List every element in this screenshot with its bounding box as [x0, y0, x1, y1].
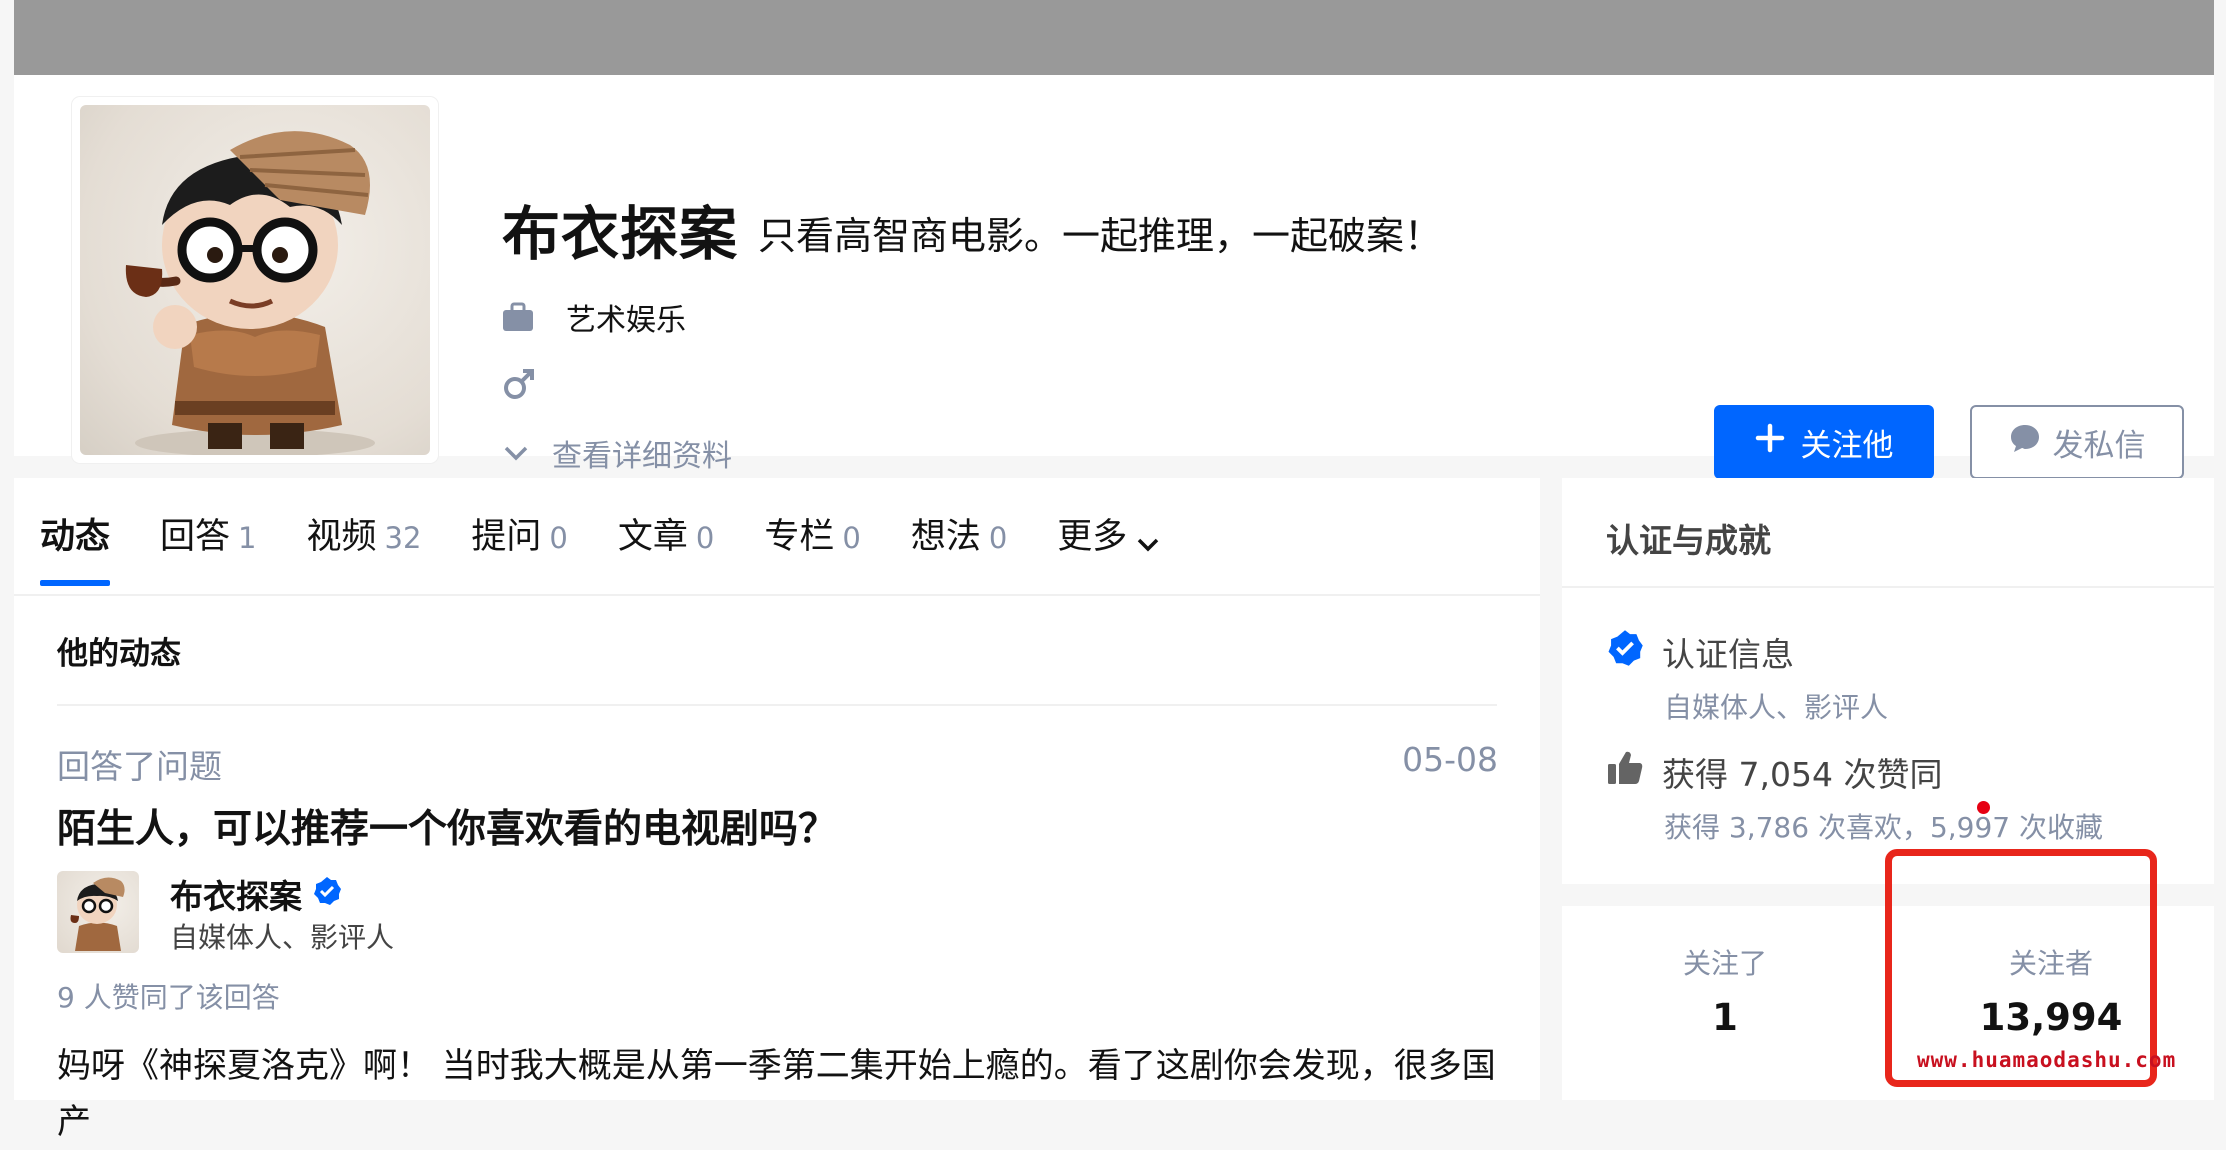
tab-label: 回答: [160, 517, 231, 557]
message-button-label: 发私信: [2052, 427, 2146, 464]
tab-count: 0: [842, 521, 861, 555]
following-stat[interactable]: 关注了 1: [1562, 906, 1888, 1039]
chat-bubble-icon: [2009, 423, 2041, 461]
profile-name: 布衣探案: [502, 200, 739, 268]
industry-row: 艺术娱乐: [502, 295, 686, 339]
chevron-down-icon: [1135, 523, 1161, 563]
feed-date: 05-08: [1402, 740, 1498, 779]
following-label: 关注了: [1682, 947, 1767, 980]
tab-label: 视频: [306, 517, 377, 557]
author-name[interactable]: 布衣探案: [170, 870, 302, 918]
tab-label: 专栏: [764, 517, 835, 557]
section-title: 他的动态: [57, 636, 181, 672]
chevron-down-icon: [502, 443, 530, 463]
answer-excerpt[interactable]: 妈呀《神探夏洛克》啊！ 当时我大概是从第一季第二集开始上瘾的。看了这剧你会发现，…: [57, 1038, 1497, 1150]
tab-more[interactable]: 更多: [1057, 508, 1161, 578]
feed-action-meta: 回答了问题: [57, 747, 222, 786]
tab-questions[interactable]: 提问 0: [471, 508, 567, 578]
detective-avatar-illustration: [70, 877, 125, 951]
detective-avatar-illustration: [125, 131, 375, 455]
tab-count: 1: [238, 521, 257, 555]
verified-badge-icon: [1606, 629, 1644, 675]
achievements-title: 认证与成就: [1606, 521, 1771, 560]
plus-icon: [1755, 423, 1785, 461]
briefcase-icon: [502, 302, 534, 332]
tab-thoughts[interactable]: 想法 0: [911, 508, 1007, 578]
tab-count: 0: [549, 521, 568, 555]
likes-text: 获得 7,054 次赞同: [1662, 755, 1943, 794]
follow-button[interactable]: 关注他: [1714, 405, 1934, 479]
thumbs-up-icon: [1606, 750, 1644, 794]
avatar-image: [80, 105, 430, 455]
likes-detail: 获得 3,786 次喜欢，5,997 次收藏: [1664, 811, 2104, 844]
certification-label: 认证信息: [1662, 635, 1794, 674]
tab-label: 想法: [910, 517, 981, 557]
message-button[interactable]: 发私信: [1970, 405, 2184, 479]
tab-columns[interactable]: 专栏 0: [764, 508, 860, 578]
section-divider: [57, 704, 1497, 706]
view-details-label: 查看详细资料: [552, 439, 732, 474]
profile-tabs: 动态 回答 1 视频 32 提问 0 文章 0 专栏 0 想法 0 更多: [40, 508, 1161, 588]
tab-articles[interactable]: 文章 0: [618, 508, 714, 578]
tab-videos[interactable]: 视频 32: [306, 508, 421, 578]
tabs-divider: [14, 594, 1540, 596]
profile-header-card: 布衣探案 只看高智商电影。一起推理，一起破案！ 艺术娱乐 查看详细资料 关注他 …: [14, 75, 2214, 479]
follow-button-label: 关注他: [1800, 427, 1894, 464]
tab-label: 文章: [617, 517, 688, 557]
tab-count: 32: [384, 521, 422, 555]
gender-row: [502, 367, 536, 401]
male-icon: [502, 367, 536, 401]
profile-banner: [14, 0, 2214, 75]
author-bio: 自媒体人、影评人: [170, 921, 395, 954]
tab-label: 提问: [471, 517, 542, 557]
verified-badge-icon: [312, 875, 342, 914]
activity-card: 动态 回答 1 视频 32 提问 0 文章 0 专栏 0 想法 0 更多 他的动…: [14, 478, 1540, 1142]
author-name-row: 布衣探案: [170, 870, 342, 918]
industry-text: 艺术娱乐: [566, 303, 686, 338]
watermark-text: www.huamaodashu.com: [1917, 1048, 2177, 1072]
tab-label: 更多: [1057, 517, 1128, 557]
profile-headline: 只看高智商电影。一起推理，一起破案！: [758, 214, 1443, 258]
achievements-card: 认证与成就 认证信息 自媒体人、影评人 获得 7,054 次赞同 获得 3,78…: [1562, 478, 2214, 884]
following-value: 1: [1712, 996, 1738, 1039]
view-details-link[interactable]: 查看详细资料: [502, 431, 732, 475]
tab-answers[interactable]: 回答 1: [160, 508, 256, 578]
certification-row: 认证信息: [1606, 628, 1794, 676]
likes-row: 获得 7,054 次赞同: [1606, 748, 1942, 796]
tab-count: 0: [988, 521, 1008, 555]
voters-count: 9 人赞同了该回答: [57, 981, 280, 1014]
tab-activity[interactable]: 动态: [40, 508, 111, 586]
certification-detail: 自媒体人、影评人: [1664, 691, 1889, 724]
tab-label: 动态: [40, 517, 111, 557]
tab-count: 0: [695, 521, 715, 555]
achievements-divider: [1562, 586, 2214, 588]
question-title-link[interactable]: 陌生人，可以推荐一个你喜欢看的电视剧吗？: [57, 798, 837, 854]
author-avatar[interactable]: [57, 871, 139, 953]
annotation-dot: [1977, 801, 1990, 814]
profile-avatar[interactable]: [72, 97, 438, 463]
